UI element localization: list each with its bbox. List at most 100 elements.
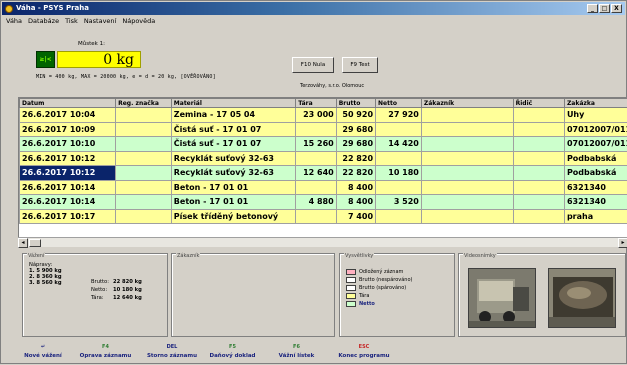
cell-ridic <box>513 137 564 152</box>
cell-zakazka: 6321340 <box>564 180 627 195</box>
footer-button-2[interactable]: DELStorno záznamu <box>143 341 201 365</box>
horizontal-scrollbar[interactable]: ◂ ▸ <box>18 237 627 247</box>
cell-tara <box>296 122 336 137</box>
table-row[interactable]: 26.6.2017 10:04Zemina - 17 05 0423 00050… <box>20 108 627 123</box>
legend-label: Brutto (spárováno) <box>359 285 406 291</box>
cell-material: Zemina - 17 05 04 <box>171 108 296 123</box>
table-row[interactable]: 26.6.2017 10:12Recyklát suťový 32-6322 8… <box>20 151 627 166</box>
app-icon <box>5 5 13 13</box>
cell-reg <box>116 108 172 123</box>
maximize-button[interactable]: □ <box>599 4 610 13</box>
legend-label: Tára <box>359 293 369 299</box>
cell-material: Recyklát suťový 32-63 <box>171 166 296 181</box>
cell-brutto: 50 920 <box>336 108 375 123</box>
menu-tisk[interactable]: Tisk <box>65 16 78 27</box>
legend-item: Odložený záznam <box>346 268 412 276</box>
column-header[interactable]: Brutto <box>336 99 375 108</box>
function-key-icon: ESC <box>329 341 399 353</box>
weighing-panel-title: Vážení <box>27 253 45 259</box>
camera-snapshot-1[interactable] <box>468 268 536 328</box>
function-key-icon: ↵ <box>18 341 68 353</box>
minimize-button[interactable]: _ <box>587 4 598 13</box>
table-row[interactable]: 26.6.2017 10:17Písek tříděný betonový7 4… <box>20 209 627 224</box>
customer-panel: Zákazník <box>171 253 335 337</box>
camera-snapshot-2[interactable] <box>548 268 616 328</box>
cell-zakaznik <box>421 151 513 166</box>
cell-zakaznik <box>421 209 513 224</box>
table-row[interactable]: 26.6.2017 10:14Beton - 17 01 018 4006321… <box>20 180 627 195</box>
brutto-label: Brutto: <box>91 279 109 285</box>
table-row[interactable]: 26.6.2017 10:09Čistá suť - 17 01 0729 68… <box>20 122 627 137</box>
cell-tara <box>296 151 336 166</box>
footer-button-label: Oprava záznamu <box>80 353 132 359</box>
column-header[interactable]: Řidič <box>513 99 564 108</box>
cell-ridic <box>513 166 564 181</box>
cell-brutto: 22 820 <box>336 166 375 181</box>
legend-item: Brutto (spárováno) <box>346 284 412 292</box>
scroll-right-icon[interactable]: ▸ <box>618 238 627 248</box>
stability-indicator: ≥|< <box>36 51 55 68</box>
scale-label: Můstek 1: <box>78 41 105 47</box>
cell-zakazka: Uhy <box>564 108 627 123</box>
cell-netto: 27 920 <box>376 108 422 123</box>
cell-brutto: 8 400 <box>336 195 375 210</box>
cell-zakazka: 07012007/011 <box>564 122 627 137</box>
cell-zakazka: 07012007/011 <box>564 137 627 152</box>
footer-button-1[interactable]: F4Oprava záznamu <box>68 341 143 365</box>
scroll-thumb[interactable] <box>29 239 41 247</box>
column-header[interactable]: Datum <box>20 99 116 108</box>
footer-button-5[interactable]: ESCKonec programu <box>329 341 399 365</box>
legend-label: Netto <box>359 301 375 307</box>
menu-nastaveni[interactable]: Nastavení <box>84 16 117 27</box>
cell-material: Recyklát suťový 32-63 <box>171 151 296 166</box>
tara-label: Tára: <box>91 295 104 301</box>
footer-button-3[interactable]: F5Daňový doklad <box>201 341 264 365</box>
close-button[interactable]: X <box>611 4 622 13</box>
cell-brutto: 22 820 <box>336 151 375 166</box>
column-header[interactable]: Zákazník <box>421 99 513 108</box>
menu-databaze[interactable]: Databáze <box>28 16 59 27</box>
legend-item: Netto <box>346 300 412 308</box>
legend-swatch <box>346 285 356 291</box>
legend-label: Odložený záznam <box>359 269 403 275</box>
cell-reg <box>116 122 172 137</box>
tara-value: 12 640 kg <box>113 294 142 302</box>
video-panel: Videosnímky <box>458 253 626 337</box>
function-key-icon: F6 <box>264 341 329 353</box>
cell-zakazka: Podbabská <box>564 166 627 181</box>
cell-ridic <box>513 209 564 224</box>
column-header[interactable]: Reg. značka <box>116 99 172 108</box>
legend-item: Brutto (nespárováno) <box>346 276 412 284</box>
cell-tara: 4 880 <box>296 195 336 210</box>
column-header[interactable]: Netto <box>376 99 422 108</box>
cell-netto: 3 520 <box>376 195 422 210</box>
test-button[interactable]: F9 Test <box>342 57 378 73</box>
cell-datum: 26.6.2017 10:12 <box>20 166 116 181</box>
cell-datum: 26.6.2017 10:10 <box>20 137 116 152</box>
cell-ridic <box>513 180 564 195</box>
cell-zakaznik <box>421 122 513 137</box>
cell-material: Beton - 17 01 01 <box>171 180 296 195</box>
cell-datum: 26.6.2017 10:04 <box>20 108 116 123</box>
table-row[interactable]: 26.6.2017 10:14Beton - 17 01 014 8808 40… <box>20 195 627 210</box>
table-row[interactable]: 26.6.2017 10:12Recyklát suťový 32-6312 6… <box>20 166 627 181</box>
footer-button-label: Vážní lístek <box>279 353 315 359</box>
zero-button[interactable]: F10 Nula <box>292 57 334 73</box>
table-row[interactable]: 26.6.2017 10:10Čistá suť - 17 01 0715 26… <box>20 137 627 152</box>
footer-button-0[interactable]: ↵Nové vážení <box>18 341 68 365</box>
column-header[interactable]: Zakázka <box>564 99 627 108</box>
footer-button-4[interactable]: F6Vážní lístek <box>264 341 329 365</box>
column-header[interactable]: Tára <box>296 99 336 108</box>
menu-vaha[interactable]: Váha <box>6 16 22 27</box>
cell-brutto: 7 400 <box>336 209 375 224</box>
menu-napoveda[interactable]: Nápověda <box>122 16 155 27</box>
cell-tara <box>296 180 336 195</box>
scroll-left-icon[interactable]: ◂ <box>18 238 28 248</box>
column-header[interactable]: Materiál <box>171 99 296 108</box>
company-label: Terzováhy, s.r.o. Olomouc <box>300 83 364 89</box>
title-bar: Váha - PSYS Praha _ □ X <box>2 2 625 15</box>
window-title: Váha - PSYS Praha <box>16 4 89 12</box>
cell-netto <box>376 180 422 195</box>
video-panel-title: Videosnímky <box>463 253 497 259</box>
cell-reg <box>116 151 172 166</box>
